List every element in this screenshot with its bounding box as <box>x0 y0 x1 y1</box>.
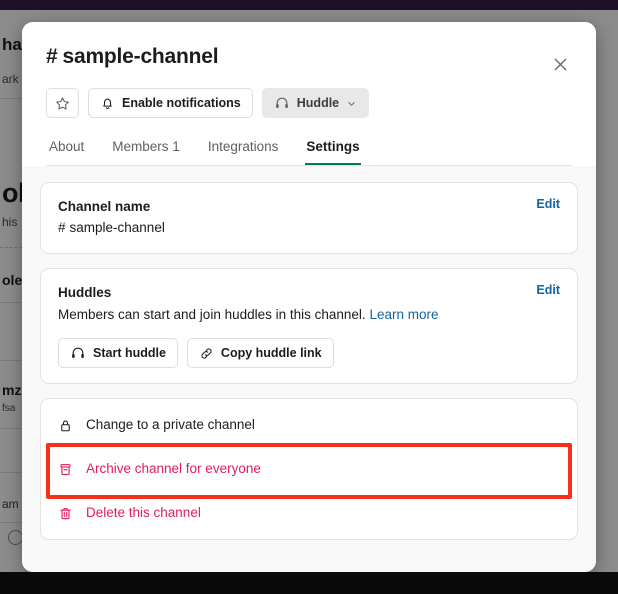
huddles-learn-more-link[interactable]: Learn more <box>369 307 438 322</box>
channel-hash-small-icon: # <box>58 220 66 235</box>
modal-header: # sample-channel Enable notifications Hu… <box>22 22 596 166</box>
close-icon[interactable] <box>546 50 574 78</box>
start-huddle-label: Start huddle <box>93 346 166 360</box>
huddle-button[interactable]: Huddle <box>261 88 370 118</box>
channel-action-row: Enable notifications Huddle <box>46 88 572 118</box>
tab-about[interactable]: About <box>48 134 85 165</box>
bell-icon <box>100 96 115 111</box>
tab-members[interactable]: Members 1 <box>111 134 181 165</box>
channel-name-text: sample-channel <box>69 220 165 235</box>
link-icon <box>199 346 214 361</box>
archive-channel-label: Archive channel for everyone <box>86 461 261 476</box>
channel-settings-modal: # sample-channel Enable notifications Hu… <box>22 22 596 572</box>
delete-channel-label: Delete this channel <box>86 505 201 520</box>
huddles-description-text: Members can start and join huddles in th… <box>58 307 366 322</box>
lock-icon <box>58 418 73 433</box>
page-title: # sample-channel <box>46 44 572 70</box>
channel-name-value: # sample-channel <box>58 218 560 238</box>
edit-huddles-button[interactable]: Edit <box>536 283 560 297</box>
modal-scroll-area[interactable]: Channel name # sample-channel Edit Huddl… <box>22 166 596 572</box>
star-channel-button[interactable] <box>46 88 79 118</box>
app-titlebar <box>0 0 618 10</box>
delete-channel-item[interactable]: Delete this channel <box>41 491 577 535</box>
channel-hash-icon: # <box>46 45 58 68</box>
chevron-down-icon <box>346 98 357 109</box>
star-icon <box>55 96 70 111</box>
app-bottom-bar <box>0 572 618 594</box>
channel-name-card: Channel name # sample-channel Edit <box>40 182 578 254</box>
archive-channel-item[interactable]: Archive channel for everyone <box>41 447 577 491</box>
channel-danger-actions-card: Change to a private channel Archive chan… <box>40 398 578 540</box>
channel-title-text: sample-channel <box>62 45 219 68</box>
huddles-button-row: Start huddle Copy huddle link <box>58 338 560 368</box>
huddles-description-row: Members can start and join huddles in th… <box>58 305 560 325</box>
trash-icon <box>58 506 73 521</box>
tab-settings[interactable]: Settings <box>305 134 361 165</box>
huddles-card: Huddles Members can start and join huddl… <box>40 268 578 384</box>
enable-notifications-label: Enable notifications <box>122 96 241 110</box>
modal-tabs: About Members 1 Integrations Settings <box>46 134 572 166</box>
huddles-label: Huddles <box>58 285 112 300</box>
copy-huddle-link-button[interactable]: Copy huddle link <box>186 338 334 368</box>
headphones-icon <box>274 95 290 111</box>
enable-notifications-button[interactable]: Enable notifications <box>88 88 253 118</box>
tab-integrations[interactable]: Integrations <box>207 134 280 165</box>
change-to-private-channel-item[interactable]: Change to a private channel <box>41 403 577 447</box>
edit-channel-name-button[interactable]: Edit <box>536 197 560 211</box>
huddle-label: Huddle <box>296 96 340 110</box>
change-to-private-channel-label: Change to a private channel <box>86 417 255 432</box>
headphones-icon <box>70 345 86 361</box>
archive-icon <box>58 462 73 477</box>
start-huddle-button[interactable]: Start huddle <box>58 338 178 368</box>
channel-name-label: Channel name <box>58 199 151 214</box>
copy-huddle-link-label: Copy huddle link <box>220 346 322 360</box>
